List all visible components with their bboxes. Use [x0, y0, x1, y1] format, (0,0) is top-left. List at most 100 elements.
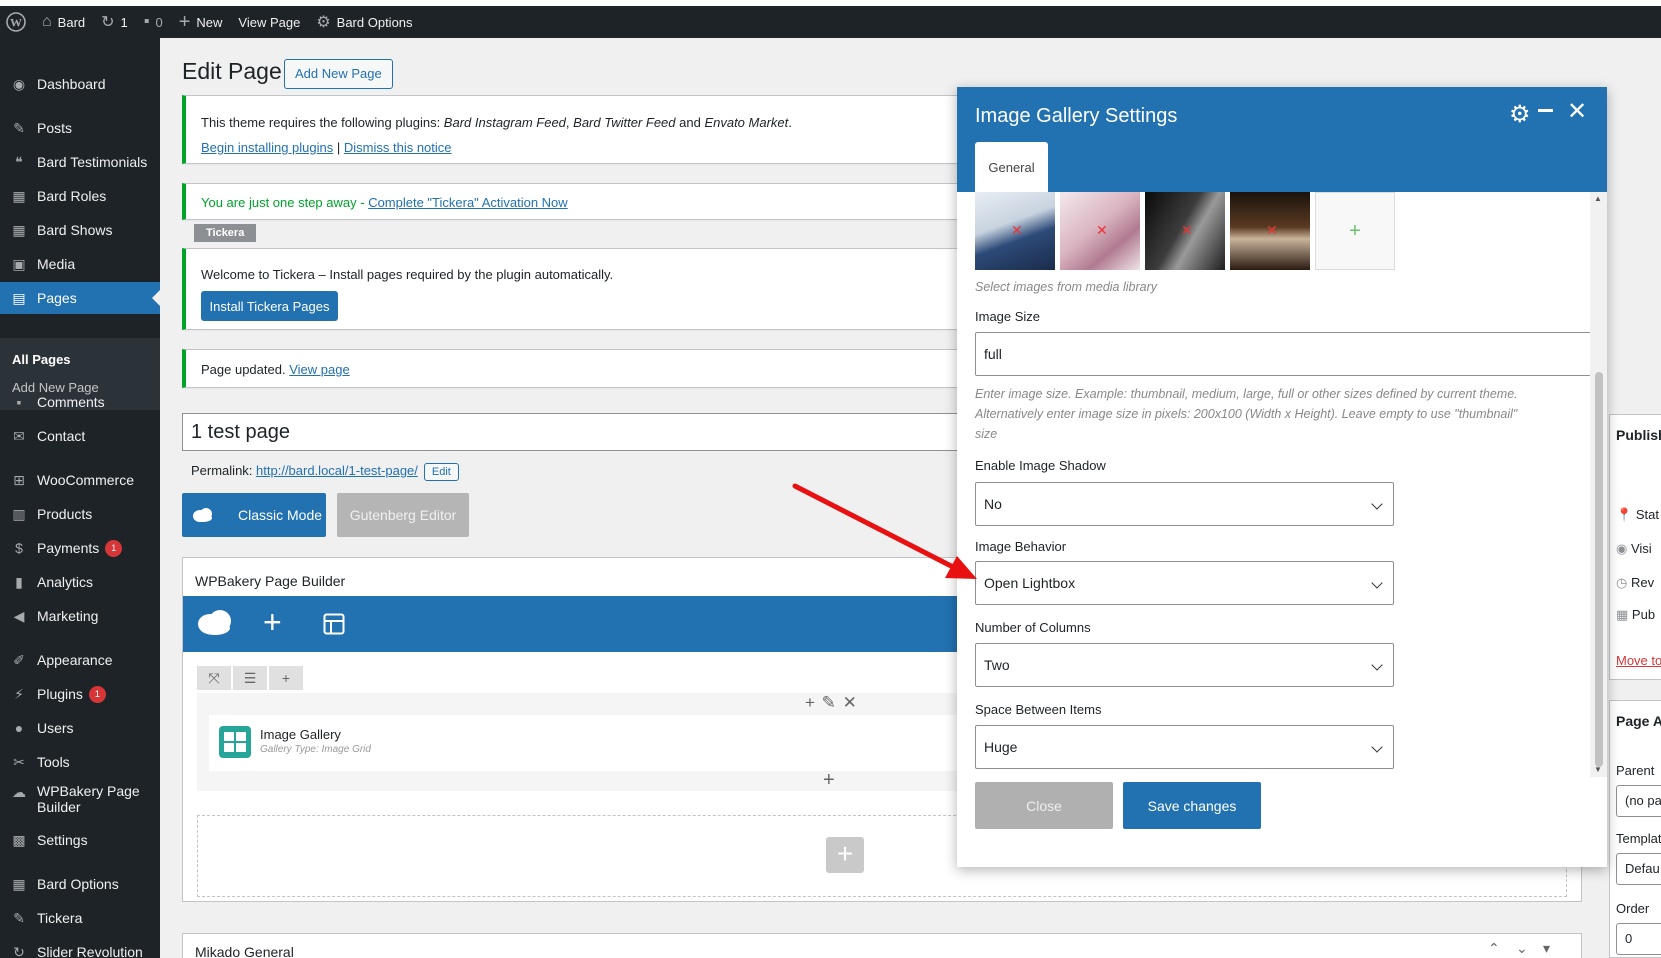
sidebar-item-label: Slider Revolution [37, 944, 143, 958]
space-between-items-select[interactable]: Huge [975, 725, 1394, 769]
classic-mode-button[interactable]: Classic Mode [182, 493, 326, 537]
sidebar-item-dashboard[interactable]: ◉ Dashboard [0, 68, 160, 100]
row-layout-icon[interactable]: ☰ [233, 666, 267, 690]
sidebar-item-tools[interactable]: ✂ Tools [0, 746, 160, 778]
comments-link[interactable]: ▪ 0 [136, 6, 171, 38]
page-title-input[interactable]: 1 test page [182, 413, 962, 451]
site-name-link[interactable]: ⌂ Bard [34, 6, 93, 38]
required-plugins-text: This theme requires the following plugin… [201, 115, 792, 130]
comment-icon: ▪ [16, 394, 22, 410]
move-to-trash-link[interactable]: Move to [1616, 653, 1661, 668]
sidebar-item-bard-shows[interactable]: ▦ Bard Shows [0, 214, 160, 246]
gallery-thumb[interactable]: ✕ [1230, 192, 1310, 270]
remove-image-icon[interactable]: ✕ [1181, 222, 1193, 239]
element-delete-icon[interactable]: ✕ [843, 693, 857, 712]
view-page-link[interactable]: View Page [230, 6, 308, 38]
scroll-up-icon[interactable]: ▲ [1594, 194, 1602, 203]
gallery-thumb[interactable]: ✕ [975, 192, 1055, 270]
view-page-link[interactable]: View page [289, 362, 349, 377]
refresh-icon: ↻ [13, 943, 25, 958]
remove-image-icon[interactable]: ✕ [1011, 222, 1023, 239]
cloud-icon: ☁ [12, 783, 26, 800]
box-toggle-icon[interactable]: ▾ [1543, 940, 1550, 957]
box-down-icon[interactable]: ⌄ [1516, 940, 1528, 957]
sidebar-item-appearance[interactable]: ✐ Appearance [0, 644, 160, 676]
sidebar-item-bard-options[interactable]: ▦ Bard Options [0, 868, 160, 900]
tab-general[interactable]: General [975, 142, 1048, 192]
add-element-icon[interactable]: + [263, 604, 282, 640]
install-tickera-pages-button[interactable]: Install Tickera Pages [201, 291, 338, 321]
publish-box: Publish 📍 Stat ◉ Visi ◷ Rev ▦ Pub Move t… [1609, 414, 1661, 680]
sidebar-item-settings[interactable]: ▩ Settings [0, 824, 160, 856]
scroll-down-icon[interactable]: ▼ [1594, 765, 1602, 774]
gallery-thumb[interactable]: ✕ [1145, 192, 1225, 270]
bar-chart-icon: ▮ [15, 573, 23, 590]
complete-activation-link[interactable]: Complete "Tickera" Activation Now [368, 195, 568, 210]
number-of-columns-select[interactable]: Two [975, 643, 1394, 687]
image-size-input[interactable]: full [975, 332, 1601, 376]
modal-header: Image Gallery Settings ⚙ ✕ General [957, 87, 1607, 192]
row-expand-icon[interactable]: ⤧ [197, 666, 231, 690]
element-add-icon[interactable]: + [805, 693, 815, 712]
permalink-url-link[interactable]: http://bard.local/1-test-page/ [256, 463, 418, 478]
sidebar-item-bard-testimonials[interactable]: ❝ Bard Testimonials [0, 146, 160, 178]
add-row-icon[interactable]: + [826, 837, 864, 873]
new-content-link[interactable]: + New [171, 6, 231, 38]
view-page-label: View Page [238, 14, 301, 30]
row-add-element-icon[interactable]: + [823, 769, 835, 792]
sidebar-item-products[interactable]: ▥ Products [0, 498, 160, 530]
sidebar-item-plugins[interactable]: ⚡ Plugins 1 [0, 678, 160, 710]
add-image-icon[interactable]: + [1315, 192, 1395, 270]
modal-body: ✕ ✕ ✕ ✕ + Select images from media libra… [957, 192, 1607, 777]
sidebar-item-label: Media [37, 256, 76, 272]
modal-scrollbar[interactable]: ▲ ▼ [1590, 192, 1607, 777]
sidebar-item-users[interactable]: ● Users [0, 712, 160, 744]
sidebar-item-contact[interactable]: ✉ Contact [0, 420, 160, 452]
sidebar-item-payments[interactable]: $ Payments 1 [0, 532, 160, 564]
modal-scrollbar-thumb[interactable] [1595, 372, 1603, 767]
sidebar-item-tickera[interactable]: ✎ Tickera [0, 902, 160, 934]
element-edit-icon[interactable]: ✎ [822, 693, 836, 712]
template-select[interactable]: Defau [1616, 853, 1661, 885]
sidebar-item-slider-revolution[interactable]: ↻ Slider Revolution [0, 936, 160, 958]
box-up-icon[interactable]: ⌃ [1488, 940, 1500, 957]
wpbakery-cloud-icon[interactable] [197, 608, 233, 638]
submenu-all-pages[interactable]: All Pages [12, 352, 71, 367]
parent-label: Parent [1616, 763, 1655, 778]
updates-link[interactable]: ↻ 1 [93, 6, 136, 38]
sidebar-item-marketing[interactable]: ◀ Marketing [0, 600, 160, 632]
sidebar-item-analytics[interactable]: ▮ Analytics [0, 566, 160, 598]
order-input[interactable]: 0 [1616, 923, 1661, 955]
sidebar-item-wpbakery-page[interactable]: ☁ WPBakery Page Builder [0, 780, 160, 820]
page-attributes-box: Page A Parent (no pa Templat Defau Order… [1609, 700, 1661, 958]
sidebar-item-comments[interactable]: ▪ Comments [0, 386, 160, 418]
save-changes-button[interactable]: Save changes [1123, 782, 1261, 829]
wp-logo-button[interactable]: W [0, 6, 34, 38]
sidebar-item-posts[interactable]: ✎ Posts [0, 112, 160, 144]
gallery-thumb[interactable]: ✕ [1060, 192, 1140, 270]
bard-options-link[interactable]: ⚙ Bard Options [308, 6, 420, 38]
sidebar-item-label: Pages [37, 290, 77, 306]
sidebar-item-woocommerce[interactable]: ⊞ WooCommerce [0, 464, 160, 496]
sidebar-item-media[interactable]: ▣ Media [0, 248, 160, 280]
published-row: ▦ Pub [1616, 607, 1655, 623]
gutenberg-editor-button[interactable]: Gutenberg Editor [337, 493, 469, 537]
sidebar-item-pages[interactable]: ▤ Pages [0, 282, 160, 314]
add-new-page-button[interactable]: Add New Page [284, 59, 393, 89]
dismiss-notice-link[interactable]: Dismiss this notice [344, 140, 452, 155]
row-add-column-icon[interactable]: + [269, 666, 303, 690]
begin-installing-link[interactable]: Begin installing plugins [201, 140, 333, 155]
enable-shadow-select[interactable]: No [975, 482, 1394, 526]
image-behavior-select[interactable]: Open Lightbox [975, 561, 1394, 605]
templates-icon[interactable] [323, 613, 345, 635]
minimize-icon[interactable] [1538, 109, 1553, 112]
close-icon[interactable]: ✕ [1567, 97, 1587, 126]
remove-image-icon[interactable]: ✕ [1096, 222, 1108, 239]
close-button[interactable]: Close [975, 782, 1113, 829]
gear-icon[interactable]: ⚙ [1509, 100, 1531, 129]
remove-image-icon[interactable]: ✕ [1266, 222, 1278, 239]
sidebar-item-bard-roles[interactable]: ▦ Bard Roles [0, 180, 160, 212]
permalink-edit-button[interactable]: Edit [423, 463, 459, 481]
parent-select[interactable]: (no pa [1616, 785, 1661, 817]
classic-mode-label: Classic Mode [238, 507, 323, 523]
